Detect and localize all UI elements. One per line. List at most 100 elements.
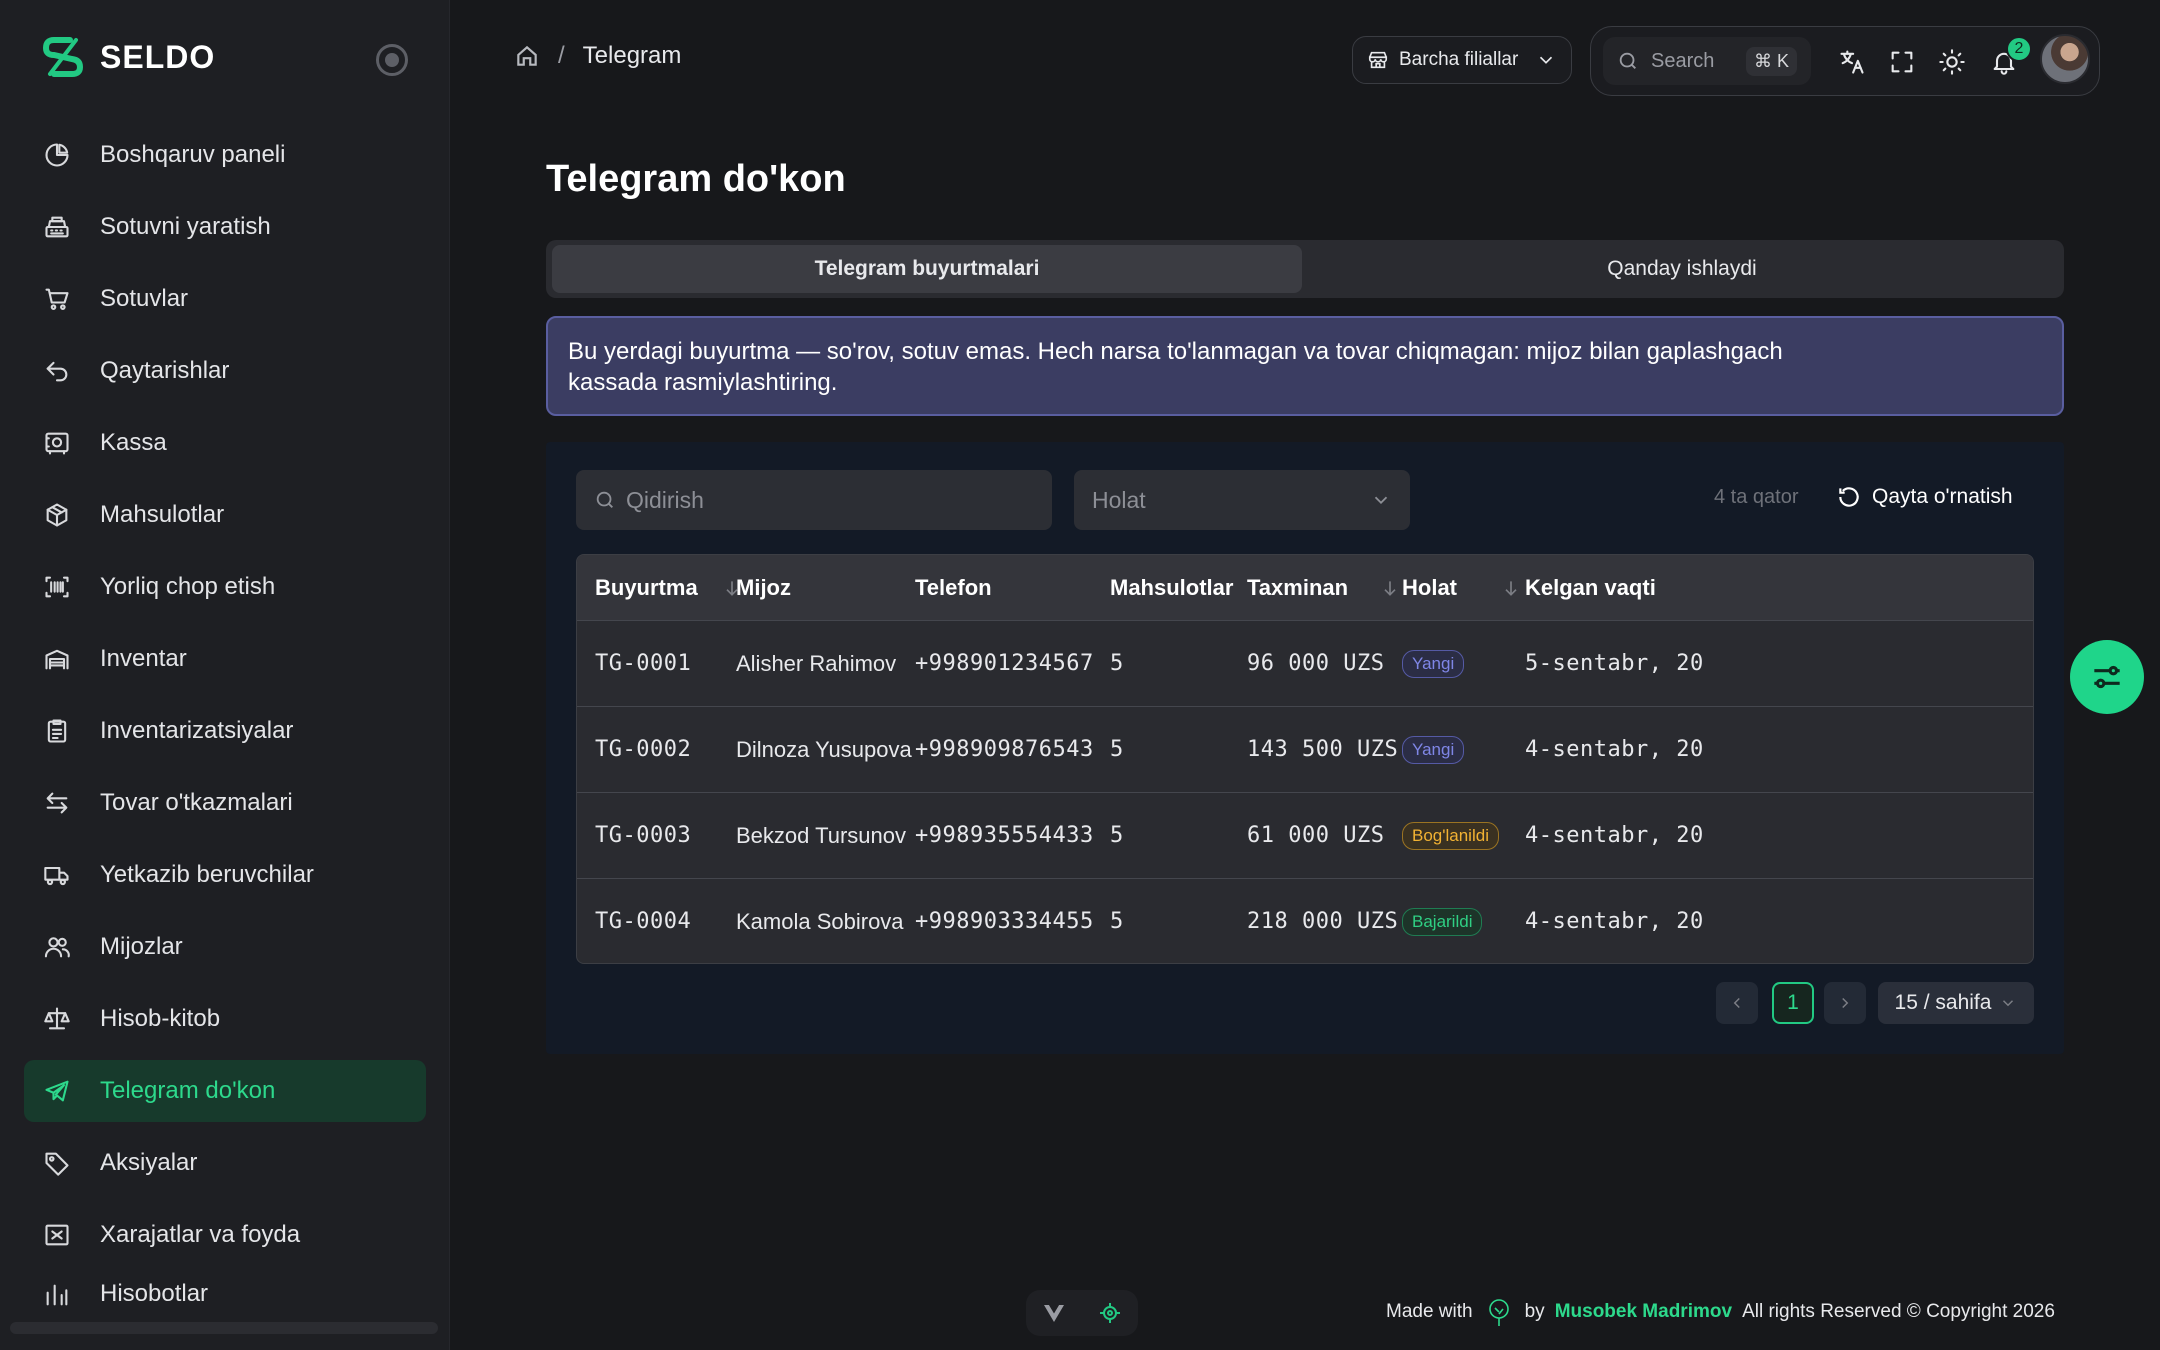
status-cell: Bajarildi [1402, 879, 1483, 963]
expense-icon [42, 1220, 72, 1250]
notification-badge: 2 [2006, 36, 2032, 62]
sidebar-item-hisob-kitob[interactable]: Hisob-kitob [24, 988, 426, 1050]
column-header-holat[interactable]: Holat [1402, 555, 1521, 621]
status-cell: Bog'lanildi [1402, 793, 1499, 878]
sidebar-item-mahsulotlar[interactable]: Mahsulotlar [24, 484, 426, 546]
search-icon [596, 491, 613, 508]
status-badge: Yangi [1402, 735, 1465, 764]
order-id: TG-0003 [595, 823, 692, 848]
sidebar-collapse-button[interactable] [376, 44, 408, 76]
sidebar-item-sotuvni-yaratish[interactable]: Sotuvni yaratish [24, 196, 426, 258]
sidebar-item-label: Qaytarishlar [100, 357, 230, 384]
sidebar-item-hisobotlar[interactable]: Hisobotlar [24, 1276, 426, 1306]
page-size-select[interactable]: 15 / sahifa [1878, 982, 2034, 1024]
sidebar-item-yetkazib-beruvchilar[interactable]: Yetkazib beruvchilar [24, 844, 426, 906]
settings-fab-button[interactable] [2070, 640, 2144, 714]
home-icon[interactable] [514, 43, 540, 69]
sidebar-item-label: Yorliq chop etish [100, 573, 276, 600]
footer-author-link[interactable]: Musobek Madrimov [1555, 1301, 1732, 1323]
app-name: SELDO [100, 38, 216, 75]
table-row[interactable]: TG-0003 Bekzod Tursunov +998935554433 5 … [577, 793, 2033, 879]
footer-made-with: Made with [1386, 1301, 1473, 1322]
pagination-prev-button[interactable] [1716, 982, 1758, 1024]
telegram-icon [42, 1076, 72, 1106]
transfer-icon [42, 788, 72, 818]
sidebar-item-qaytarishlar[interactable]: Qaytarishlar [24, 340, 426, 402]
logo[interactable]: SELDO [40, 34, 215, 80]
tab-telegram-buyurtmalari[interactable]: Telegram buyurtmalari [552, 245, 1302, 293]
translate-icon[interactable] [1837, 47, 1867, 77]
phone: +998909876543 [915, 737, 1094, 762]
clipboard-icon [42, 716, 72, 746]
column-header-taxminan[interactable]: Taxminan [1247, 555, 1400, 621]
global-search-input[interactable]: Search ⌘ K [1603, 37, 1811, 85]
box-icon [42, 500, 72, 530]
fullscreen-icon[interactable] [1887, 47, 1917, 77]
orders-panel: Qidirish Holat 4 ta qator Qayta o'rnatis… [546, 442, 2064, 1054]
branch-select[interactable]: Barcha filiallar [1352, 36, 1572, 84]
sidebar-item-label: Xarajatlar va foyda [100, 1221, 301, 1248]
table-row[interactable]: TG-0002 Dilnoza Yusupova +998909876543 5… [577, 707, 2033, 793]
reset-icon [1839, 487, 1859, 507]
vue-logo-icon[interactable] [1042, 1301, 1066, 1325]
sidebar-item-inventar[interactable]: Inventar [24, 628, 426, 690]
chevron-right-icon [1842, 997, 1849, 1009]
sidebar-item-yorliq-chop-etish[interactable]: Yorliq chop etish [24, 556, 426, 618]
sort-arrow-icon[interactable] [1501, 578, 1521, 598]
search-input[interactable]: Qidirish [576, 470, 1052, 530]
chevron-down-icon [1539, 56, 1553, 64]
sidebar-item-inventarizatsiyalar[interactable]: Inventarizatsiyalar [24, 700, 426, 762]
tab-qanday-ishlaydi[interactable]: Qanday ishlaydi [1306, 245, 2058, 293]
row-count: 4 ta qator [1714, 486, 1799, 508]
column-header-buyurtma[interactable]: Buyurtma [595, 555, 742, 621]
inspect-target-icon[interactable] [1098, 1301, 1122, 1325]
column-label: Holat [1402, 575, 1457, 600]
sidebar-item-label: Aksiyalar [100, 1149, 198, 1176]
footer-rights: All rights Reserved © Copyright 2026 [1742, 1301, 2055, 1322]
sidebar-item-label: Yetkazib beruvchilar [100, 861, 314, 888]
tabs: Telegram buyurtmalari Qanday ishlaydi [546, 240, 2064, 298]
sidebar-item-telegram-dokon[interactable]: Telegram do'kon [24, 1060, 426, 1122]
status-badge: Bajarildi [1402, 907, 1483, 936]
amount: 96 000 UZS [1247, 651, 1385, 676]
phone: +998903334455 [915, 909, 1094, 934]
avatar[interactable] [2040, 34, 2090, 84]
sidebar-item-mijozlar[interactable]: Mijozlar [24, 916, 426, 978]
table-row[interactable]: TG-0004 Kamola Sobirova +998903334455 5 … [577, 879, 2033, 963]
pagination-page-button[interactable]: 1 [1772, 982, 1814, 1024]
breadcrumb: / Telegram [514, 42, 681, 70]
status-select[interactable]: Holat [1074, 470, 1410, 530]
theme-sun-icon[interactable] [1937, 47, 1967, 77]
sidebar-item-kassa[interactable]: Kassa [24, 412, 426, 474]
notice-line-1: Bu yerdagi buyurtma — so'rov, sotuv emas… [568, 338, 1783, 365]
sidebar-item-label: Tovar o'tkazmalari [100, 789, 293, 816]
sidebar-item-sotuvlar[interactable]: Sotuvlar [24, 268, 426, 330]
column-header-mahsulotlar: Mahsulotlar [1110, 555, 1233, 621]
sidebar-item-label: Inventarizatsiyalar [100, 717, 294, 744]
seldo-logo-icon [42, 37, 84, 77]
sidebar-item-aksiyalar[interactable]: Aksiyalar [24, 1132, 426, 1194]
arrival-time: 4-sentabr, 20 [1525, 909, 1704, 934]
column-label: Mijoz [736, 575, 791, 600]
warehouse-icon [42, 644, 72, 674]
reset-button-label: Qayta o'rnatish [1872, 485, 2013, 508]
table-row[interactable]: TG-0001 Alisher Rahimov +998901234567 5 … [577, 621, 2033, 707]
order-id: TG-0002 [595, 737, 692, 762]
sidebar-item-label: Hisobotlar [100, 1280, 209, 1306]
sidebar-item-tovar-otkazmalari[interactable]: Tovar o'tkazmalari [24, 772, 426, 834]
safe-icon [42, 428, 72, 458]
sidebar-item-label: Mahsulotlar [100, 501, 225, 528]
sort-arrow-icon[interactable] [1380, 578, 1400, 598]
column-header-kelgan-vaqti: Kelgan vaqti [1525, 555, 1656, 621]
pagination-next-button[interactable] [1824, 982, 1866, 1024]
sidebar-item-boshqaruv-paneli[interactable]: Boshqaruv paneli [24, 124, 426, 186]
customer-name: Dilnoza Yusupova [736, 736, 912, 762]
items-count: 5 [1110, 823, 1124, 848]
tree-icon [1488, 1299, 1509, 1326]
column-header-mijoz: Mijoz [736, 555, 791, 621]
customer-name: Alisher Rahimov [736, 650, 897, 676]
reset-button[interactable]: Qayta o'rnatish [1836, 484, 2013, 510]
arrival-time: 4-sentabr, 20 [1525, 737, 1704, 762]
sidebar-scrollbar[interactable] [10, 1322, 438, 1334]
sidebar-item-xarajatlar-va-foyda[interactable]: Xarajatlar va foyda [24, 1204, 426, 1266]
